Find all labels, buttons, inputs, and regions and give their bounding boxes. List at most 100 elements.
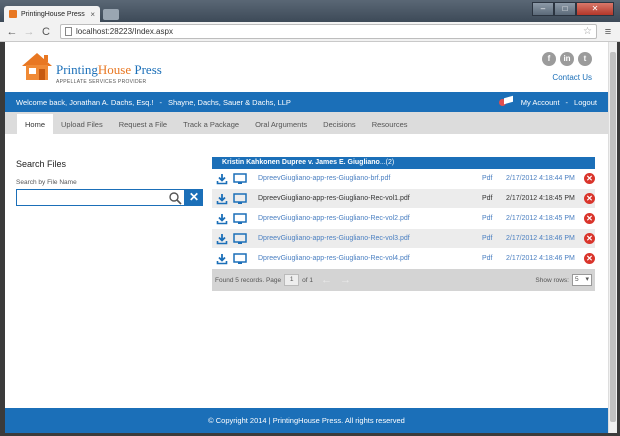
file-date: 2/17/2012 4:18:45 PM bbox=[506, 195, 575, 202]
favicon-icon bbox=[9, 10, 17, 18]
rows-per-page: Show rows: 5 bbox=[535, 274, 592, 286]
search-title: Search Files bbox=[16, 159, 67, 169]
download-icon[interactable] bbox=[215, 173, 229, 185]
file-name-link[interactable]: DpreevGiugliano-app-res-Giugliano-Rec-vo… bbox=[258, 235, 482, 242]
new-tab-button[interactable] bbox=[103, 9, 119, 20]
browser-tab[interactable]: PrintingHouse Press × bbox=[4, 6, 100, 22]
file-type: Pdf bbox=[482, 215, 493, 222]
browser-titlebar: PrintingHouse Press × ‒ □ ✕ bbox=[0, 0, 620, 22]
reload-button[interactable]: C bbox=[39, 25, 53, 39]
twitter-icon[interactable]: t bbox=[578, 52, 592, 66]
logout-link[interactable]: Logout bbox=[574, 98, 597, 107]
address-url: localhost:28223/Index.aspx bbox=[76, 27, 173, 36]
linkedin-icon[interactable]: in bbox=[560, 52, 574, 66]
file-type: Pdf bbox=[482, 235, 493, 242]
tab-track-a-package[interactable]: Track a Package bbox=[175, 114, 247, 134]
tab-close-icon[interactable]: × bbox=[90, 10, 95, 19]
file-type: Pdf bbox=[482, 195, 493, 202]
case-title: Kristin Kahkonen Dupree v. James E. Giug… bbox=[222, 159, 380, 166]
delete-file-icon[interactable]: ✕ bbox=[584, 213, 595, 224]
file-type: Pdf bbox=[482, 255, 493, 262]
maximize-button[interactable]: □ bbox=[554, 2, 576, 16]
delete-file-icon[interactable]: ✕ bbox=[584, 173, 595, 184]
browser-menu-icon[interactable]: ≡ bbox=[601, 26, 615, 38]
minimize-button[interactable]: ‒ bbox=[532, 2, 554, 16]
file-date: 2/17/2012 4:18:46 PM bbox=[506, 255, 575, 262]
download-icon[interactable] bbox=[215, 193, 229, 205]
view-monitor-icon[interactable] bbox=[232, 192, 248, 205]
file-date: 2/17/2012 4:18:46 PM bbox=[506, 235, 575, 242]
page-icon bbox=[65, 27, 72, 36]
download-icon[interactable] bbox=[215, 213, 229, 225]
brand-name: PrintingHouse Press bbox=[56, 62, 162, 77]
page-scrollbar[interactable] bbox=[608, 42, 617, 433]
clear-search-button[interactable]: ✕ bbox=[185, 189, 203, 206]
tab-home[interactable]: Home bbox=[17, 114, 54, 134]
back-button[interactable]: ← bbox=[5, 25, 19, 39]
search-icon[interactable] bbox=[168, 191, 182, 205]
tab-resources[interactable]: Resources bbox=[364, 114, 416, 134]
file-name-link[interactable]: DpreevGiugliano-app-res-Giugliano-Rec-vo… bbox=[258, 215, 482, 222]
browser-toolbar: ← → C localhost:28223/Index.aspx ☆ ≡ bbox=[0, 22, 620, 42]
site-logo[interactable]: PrintingHouse Press APPELLATE SERVICES P… bbox=[20, 50, 162, 85]
site-footer: © Copyright 2014 | PrintingHouse Press. … bbox=[5, 408, 608, 433]
site-header: PrintingHouse Press APPELLATE SERVICES P… bbox=[5, 42, 608, 92]
file-date: 2/17/2012 4:18:45 PM bbox=[506, 215, 575, 222]
facebook-icon[interactable]: f bbox=[542, 52, 556, 66]
search-input[interactable] bbox=[17, 190, 168, 205]
file-row: DpreevGiugliano-app-res-Giugliano-Rec-vo… bbox=[212, 249, 595, 269]
social-links: f in t bbox=[542, 52, 592, 66]
user-bar: Welcome back, Jonathan A. Dachs, Esq.! -… bbox=[5, 92, 608, 112]
tab-oral-arguments[interactable]: Oral Arguments bbox=[247, 114, 315, 134]
case-files-panel: Kristin Kahkonen Dupree v. James E. Giug… bbox=[212, 157, 595, 291]
browser-tab-title: PrintingHouse Press bbox=[21, 10, 85, 18]
file-name-link[interactable]: DpreevGiugliano-app-res-Giugliano-Rec-vo… bbox=[258, 255, 482, 262]
view-monitor-icon[interactable] bbox=[232, 172, 248, 185]
tab-decisions[interactable]: Decisions bbox=[315, 114, 364, 134]
tab-request-a-file[interactable]: Request a File bbox=[111, 114, 175, 134]
prev-page-icon[interactable]: ← bbox=[321, 274, 332, 286]
search-box bbox=[16, 189, 185, 206]
case-header[interactable]: Kristin Kahkonen Dupree v. James E. Giug… bbox=[212, 157, 595, 169]
file-row: DpreevGiugliano-app-res-Giugliano-Rec-vo… bbox=[212, 209, 595, 229]
my-account-link[interactable]: My Account bbox=[521, 98, 560, 107]
brand-text: PrintingHouse Press APPELLATE SERVICES P… bbox=[56, 62, 162, 85]
file-date: 2/17/2012 4:18:44 PM bbox=[506, 175, 575, 182]
file-name-link[interactable]: DpreevGiugliano-app-res-Giugliano-Rec-vo… bbox=[258, 195, 482, 202]
forward-button[interactable]: → bbox=[22, 25, 36, 39]
scrollbar-thumb[interactable] bbox=[610, 52, 616, 422]
file-row: DpreevGiugliano-app-res-Giugliano-brf.pd… bbox=[212, 169, 595, 189]
tab-upload-files[interactable]: Upload Files bbox=[53, 114, 111, 134]
close-window-button[interactable]: ✕ bbox=[576, 2, 614, 16]
delete-file-icon[interactable]: ✕ bbox=[584, 233, 595, 244]
pager-of-text: of 1 bbox=[302, 276, 313, 284]
main-nav: Home Upload Files Request a File Track a… bbox=[5, 112, 608, 134]
firm-name: Shayne, Dachs, Sauer & Dachs, LLP bbox=[167, 97, 291, 107]
case-file-count: ...(2) bbox=[379, 159, 395, 166]
delete-file-icon[interactable]: ✕ bbox=[584, 193, 595, 204]
search-label: Search by File Name bbox=[16, 179, 77, 186]
welcome-text: Welcome back, Jonathan A. Dachs, Esq.! bbox=[16, 97, 154, 107]
account-links: My Account - Logout bbox=[498, 95, 597, 107]
view-monitor-icon[interactable] bbox=[232, 212, 248, 225]
pager-found-text: Found 5 records. Page bbox=[215, 276, 282, 284]
separator: - bbox=[565, 97, 569, 107]
file-name-link[interactable]: DpreevGiugliano-app-res-Giugliano-brf.pd… bbox=[258, 175, 482, 182]
contact-us-link[interactable]: Contact Us bbox=[552, 73, 592, 82]
separator: - bbox=[159, 97, 162, 107]
download-icon[interactable] bbox=[215, 253, 229, 265]
view-monitor-icon[interactable] bbox=[232, 252, 248, 265]
file-row: DpreevGiugliano-app-res-Giugliano-Rec-vo… bbox=[212, 189, 595, 209]
address-bar[interactable]: localhost:28223/Index.aspx ☆ bbox=[60, 24, 597, 39]
notification-flag-icon[interactable] bbox=[498, 95, 513, 107]
bookmark-star-icon[interactable]: ☆ bbox=[583, 26, 592, 37]
delete-file-icon[interactable]: ✕ bbox=[584, 253, 595, 264]
rows-select[interactable]: 5 bbox=[572, 274, 592, 286]
rows-label: Show rows: bbox=[535, 276, 569, 284]
view-monitor-icon[interactable] bbox=[232, 232, 248, 245]
pager: Found 5 records. Page 1 of 1 ← → Show ro… bbox=[212, 269, 595, 291]
next-page-icon[interactable]: → bbox=[340, 274, 351, 286]
page-number-input[interactable]: 1 bbox=[284, 274, 300, 286]
page-viewport: PrintingHouse Press APPELLATE SERVICES P… bbox=[5, 42, 608, 433]
download-icon[interactable] bbox=[215, 233, 229, 245]
